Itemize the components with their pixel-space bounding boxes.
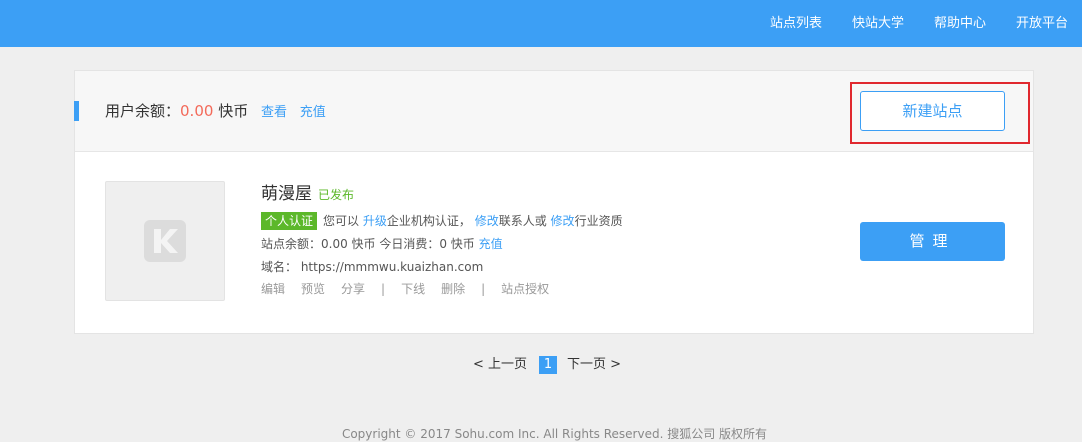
nav-kuaizhan-university[interactable]: 快站大学 <box>852 0 904 47</box>
action-divider: | <box>381 282 386 296</box>
current-page[interactable]: 1 <box>539 356 558 374</box>
site-card: 用户余额：0.00 快币 查看 充值 新建站点 萌漫屋 已发布 个人认证 您可以 升… <box>74 70 1034 334</box>
status-badge: 已发布 <box>318 188 355 202</box>
action-divider: | <box>481 282 486 296</box>
site-recharge-link[interactable]: 充值 <box>479 237 503 251</box>
share-action[interactable]: 分享 <box>341 282 365 296</box>
verify-mid2: 联系人或 <box>498 214 551 228</box>
upgrade-link[interactable]: 升级 <box>363 214 387 228</box>
recharge-link[interactable]: 充值 <box>300 105 326 120</box>
top-bar: 站点列表 快站大学 帮助中心 开放平台 <box>0 0 1082 47</box>
site-actions: 编辑 预览 分享 | 下线 删除 | 站点授权 <box>261 280 623 298</box>
balance-currency: 快币 <box>213 102 249 120</box>
site-domain: 域名： https://mmmwu.kuaizhan.com <box>261 260 484 274</box>
pagination: < 上一页 1 下一页 > <box>473 356 621 374</box>
site-title-row: 萌漫屋 已发布 <box>261 183 623 206</box>
account-header: 用户余额：0.00 快币 查看 充值 新建站点 <box>74 71 1033 152</box>
verify-suffix: 行业资质 <box>574 214 623 228</box>
nav-help-center[interactable]: 帮助中心 <box>934 0 986 47</box>
create-site-highlight: 新建站点 <box>850 82 1030 144</box>
site-info: 萌漫屋 已发布 个人认证 您可以 升级企业机构认证， 修改联系人或 修改行业资质 站… <box>261 183 623 298</box>
prev-page-link[interactable]: < 上一页 <box>473 357 527 372</box>
top-nav: 站点列表 快站大学 帮助中心 开放平台 <box>740 0 1068 47</box>
create-site-button[interactable]: 新建站点 <box>860 91 1005 131</box>
modify-contact-link[interactable]: 修改 <box>475 214 499 228</box>
footer-copyright: Copyright © 2017 Sohu.com Inc. All Right… <box>341 427 768 441</box>
delete-action[interactable]: 删除 <box>441 282 465 296</box>
kuaizhan-logo-icon <box>144 220 186 262</box>
preview-action[interactable]: 预览 <box>301 282 325 296</box>
next-page-link[interactable]: 下一页 > <box>567 357 621 372</box>
nav-open-platform[interactable]: 开放平台 <box>1016 0 1068 47</box>
nav-site-list[interactable]: 站点列表 <box>770 0 822 47</box>
verify-prefix: 您可以 <box>323 214 363 228</box>
accent-bar <box>74 101 79 121</box>
manage-button[interactable]: 管理 <box>860 222 1005 261</box>
personal-verified-badge: 个人认证 <box>261 212 318 230</box>
edit-action[interactable]: 编辑 <box>261 282 285 296</box>
balance-label: 用户余额： <box>105 102 181 120</box>
balance-amount: 0.00 <box>180 102 214 120</box>
stats-text: 站点余额：0.00 快币 今日消费：0 快币 <box>261 237 475 251</box>
site-stats: 站点余额：0.00 快币 今日消费：0 快币 充值 <box>261 235 623 253</box>
site-thumbnail[interactable] <box>105 181 225 301</box>
verification-row: 个人认证 您可以 升级企业机构认证， 修改联系人或 修改行业资质 <box>261 212 623 230</box>
offline-action[interactable]: 下线 <box>401 282 425 296</box>
user-balance: 用户余额：0.00 快币 查看 充值 <box>105 101 326 123</box>
verify-mid1: 企业机构认证， <box>386 214 471 228</box>
site-name[interactable]: 萌漫屋 <box>261 184 312 204</box>
site-authorize-action[interactable]: 站点授权 <box>501 282 549 296</box>
modify-industry-link[interactable]: 修改 <box>551 214 575 228</box>
view-balance-link[interactable]: 查看 <box>261 105 287 120</box>
